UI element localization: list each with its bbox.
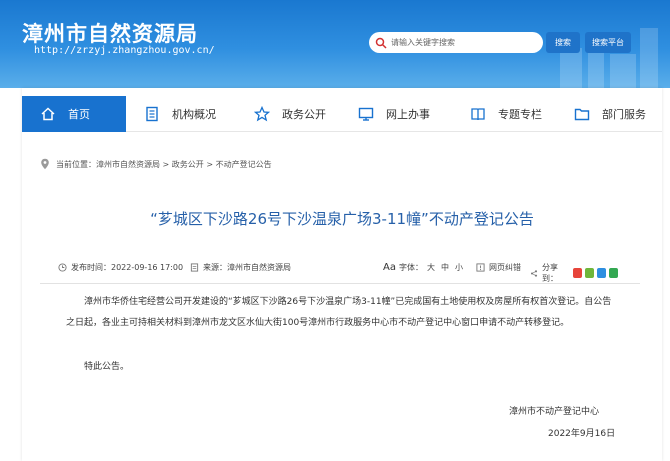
font-size-control: Aa 字体： 大 中 小 bbox=[383, 262, 465, 273]
nav-item-government-affairs[interactable]: 政务公开 bbox=[230, 96, 334, 132]
main-nav: 首页 机构概况 政务公开 网上办事 专题专栏 部门服务 bbox=[22, 96, 662, 132]
font-small-button[interactable]: 小 bbox=[455, 262, 463, 273]
publish-time: 发布时间： 2022-09-16 17:00 bbox=[58, 262, 183, 273]
douban-share-icon[interactable] bbox=[609, 268, 618, 278]
article-source: 来源： 漳州市自然资源局 bbox=[190, 262, 291, 273]
search-placeholder: 请输入关键字搜索 bbox=[391, 38, 455, 47]
nav-item-home[interactable]: 首页 bbox=[22, 96, 126, 132]
nav-item-label: 专题专栏 bbox=[498, 108, 542, 121]
nav-item-department-services[interactable]: 部门服务 bbox=[554, 96, 662, 132]
nav-item-label: 机构概况 bbox=[172, 108, 216, 121]
article-title: “芗城区下沙路26号下沙温泉广场3-11幢”不动产登记公告 bbox=[150, 210, 534, 228]
font-size-icon: Aa bbox=[383, 262, 396, 273]
font-large-button[interactable]: 大 bbox=[427, 262, 435, 273]
building-decoration bbox=[640, 28, 658, 88]
article-closing: 特此公告。 bbox=[84, 362, 130, 372]
clock-icon bbox=[58, 263, 67, 272]
location-pin-icon bbox=[41, 158, 49, 170]
source-label: 来源： bbox=[203, 263, 227, 272]
nav-item-label: 首页 bbox=[68, 108, 90, 121]
wechat-share-icon[interactable] bbox=[585, 268, 595, 278]
nav-item-label: 政务公开 bbox=[282, 108, 326, 121]
nav-item-online-services[interactable]: 网上办事 bbox=[334, 96, 438, 132]
publish-label: 发布时间： bbox=[71, 263, 111, 272]
share-label: 分享到： bbox=[542, 263, 558, 283]
share-bar: 分享到： bbox=[530, 262, 618, 284]
report-icon bbox=[476, 263, 485, 272]
share-icon bbox=[530, 269, 538, 277]
search-icon bbox=[375, 37, 387, 49]
qzone-share-icon[interactable] bbox=[597, 268, 607, 278]
breadcrumb-prefix: 当前位置： bbox=[56, 159, 96, 169]
nav-item-label: 部门服务 bbox=[602, 108, 646, 121]
font-label: 字体： bbox=[398, 263, 423, 272]
report-label: 网页纠错 bbox=[489, 263, 521, 272]
search-button[interactable]: 搜索 bbox=[546, 32, 580, 53]
search-platform-button[interactable]: 搜索平台 bbox=[585, 32, 631, 53]
folder-icon bbox=[574, 108, 590, 121]
report-error-link[interactable]: 网页纠错 bbox=[476, 262, 521, 273]
nav-item-special-topics[interactable]: 专题专栏 bbox=[438, 96, 554, 132]
book-icon bbox=[471, 108, 485, 121]
site-title[interactable]: 漳州市自然资源局 bbox=[22, 18, 198, 48]
breadcrumb: 当前位置： 漳州市自然资源局 > 政务公开 > 不动产登记公告 bbox=[40, 158, 272, 170]
building-decoration bbox=[610, 54, 636, 88]
weibo-share-icon[interactable] bbox=[573, 268, 583, 278]
source-icon bbox=[190, 263, 199, 272]
nav-item-organization[interactable]: 机构概况 bbox=[126, 96, 230, 132]
breadcrumb-path[interactable]: 漳州市自然资源局 > 政务公开 > 不动产登记公告 bbox=[96, 159, 272, 170]
building-decoration bbox=[560, 48, 582, 88]
site-url: http://zrzyj.zhangzhou.gov.cn/ bbox=[34, 45, 215, 56]
signature-date: 2022年9月16日 bbox=[548, 429, 616, 439]
search-input[interactable]: 请输入关键字搜索 bbox=[369, 32, 543, 53]
home-icon bbox=[41, 107, 55, 121]
font-medium-button[interactable]: 中 bbox=[441, 262, 449, 273]
monitor-icon bbox=[358, 107, 374, 121]
article-meta: 发布时间： 2022-09-16 17:00 来源： 漳州市自然资源局 Aa 字… bbox=[58, 260, 618, 283]
meta-divider bbox=[40, 283, 640, 284]
star-icon bbox=[254, 106, 270, 122]
publish-value: 2022-09-16 17:00 bbox=[111, 263, 184, 272]
signature-organization: 漳州市不动产登记中心 bbox=[509, 407, 600, 417]
document-icon bbox=[146, 106, 158, 122]
article-body: 漳州市华侨住宅经营公司开发建设的“芗城区下沙路26号下沙温泉广场3-11幢”已完… bbox=[66, 297, 612, 328]
nav-item-label: 网上办事 bbox=[386, 108, 430, 121]
source-value: 漳州市自然资源局 bbox=[227, 263, 291, 272]
